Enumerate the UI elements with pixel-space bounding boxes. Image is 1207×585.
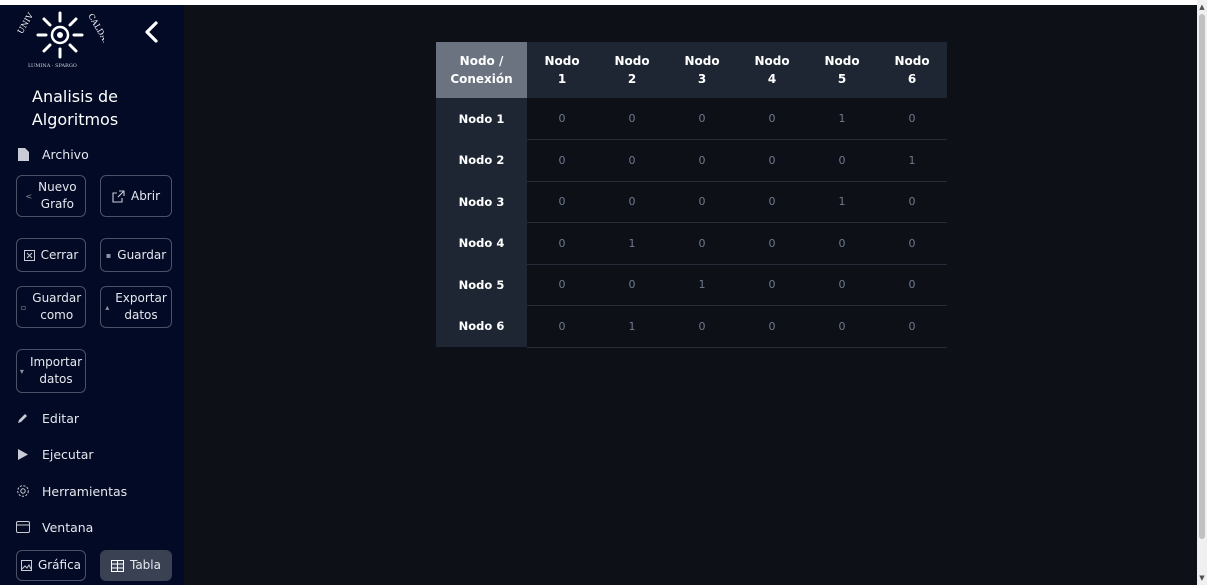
- table-cell: 0: [667, 98, 737, 140]
- table-cell: 0: [597, 98, 667, 140]
- table-cell: 0: [527, 305, 597, 348]
- column-header: Nodo 1: [527, 42, 597, 98]
- svg-text:LUMINA · SPARGO: LUMINA · SPARGO: [28, 63, 77, 69]
- table-cell: 0: [527, 98, 597, 140]
- table-cell: 1: [597, 305, 667, 348]
- abrir-button[interactable]: Abrir: [100, 175, 172, 217]
- column-header: Nodo 4: [737, 42, 807, 98]
- table-cell: 0: [877, 98, 947, 140]
- table-cell: 0: [667, 181, 737, 223]
- menu-archivo[interactable]: Archivo: [16, 143, 89, 165]
- guardar-como-button[interactable]: ▫ Guardar como: [16, 286, 86, 328]
- open-external-icon: [112, 189, 125, 203]
- adjacency-table: Nodo / Conexión Nodo 1 Nodo 2 Nodo 3 Nodo 4 N…: [436, 42, 947, 348]
- pencil-icon: [16, 411, 30, 425]
- svg-text:CALDAS: CALDAS: [86, 12, 104, 47]
- import-icon: ▾: [19, 366, 24, 376]
- table-cell: 0: [737, 181, 807, 223]
- play-icon: [16, 447, 30, 461]
- collapse-sidebar-icon[interactable]: [142, 19, 162, 45]
- table-row: Nodo 1 0 0 0 0 1 0: [436, 98, 947, 140]
- table-cell: 0: [807, 305, 877, 348]
- table-cell: 0: [527, 264, 597, 306]
- table-cell: 1: [877, 139, 947, 182]
- save-as-icon: ▫: [20, 302, 27, 312]
- image-icon: [20, 560, 32, 571]
- table-cell: 0: [597, 264, 667, 306]
- share-icon: <: [25, 191, 33, 201]
- menu-ventana[interactable]: Ventana: [16, 516, 93, 538]
- university-logo: UNIV CALDAS LUMINA · SPARGO: [16, 11, 104, 69]
- sidebar: UNIV CALDAS LUMINA · SPARGO Analisis de …: [0, 5, 184, 585]
- file-icon: [16, 147, 30, 161]
- table-cell: 0: [737, 98, 807, 140]
- table-cell: 0: [737, 264, 807, 306]
- gear-icon: [16, 484, 30, 498]
- table-cell: 1: [667, 264, 737, 306]
- cerrar-button[interactable]: Cerrar: [16, 238, 86, 272]
- table-cell: 0: [737, 305, 807, 348]
- table-cell: 0: [667, 222, 737, 265]
- table-cell: 1: [597, 222, 667, 265]
- scrollbar-thumb[interactable]: [1199, 14, 1205, 539]
- table-row: Nodo 6 0 1 0 0 0 0: [436, 305, 947, 348]
- column-header: Nodo 5: [807, 42, 877, 98]
- nuevo-grafo-button[interactable]: < Nuevo Grafo: [16, 175, 86, 217]
- row-header: Nodo 1: [436, 98, 527, 140]
- column-header: Nodo 6: [877, 42, 947, 98]
- row-header: Nodo 6: [436, 305, 527, 347]
- column-header: Nodo 2: [597, 42, 667, 98]
- table-cell: 0: [527, 139, 597, 182]
- table-cell: 0: [807, 222, 877, 265]
- table-cell: 1: [807, 98, 877, 140]
- vertical-scrollbar[interactable]: ▲ ▼: [1197, 0, 1207, 585]
- table-icon: [110, 559, 124, 572]
- exportar-datos-button[interactable]: ▴ Exportar datos: [100, 286, 172, 328]
- scroll-up-arrow-icon[interactable]: ▲: [1197, 2, 1207, 12]
- table-cell: 0: [667, 139, 737, 182]
- table-row: Nodo 4 0 1 0 0 0 0: [436, 222, 947, 265]
- table-cell: 0: [527, 181, 597, 223]
- close-box-icon: [23, 249, 35, 261]
- grafica-button[interactable]: Gráfica: [16, 550, 86, 581]
- row-header: Nodo 3: [436, 181, 527, 223]
- table-cell: 0: [597, 181, 667, 223]
- menu-editar[interactable]: Editar: [16, 407, 79, 429]
- guardar-button[interactable]: ▪ Guardar: [100, 238, 172, 272]
- table-cell: 0: [737, 222, 807, 265]
- table-cell: 0: [807, 139, 877, 182]
- column-header: Nodo 3: [667, 42, 737, 98]
- table-cell: 1: [807, 181, 877, 223]
- scroll-down-arrow-icon[interactable]: ▼: [1197, 573, 1207, 583]
- svg-text:UNIV: UNIV: [16, 11, 35, 35]
- window-icon: [16, 520, 30, 534]
- table-header-row: Nodo / Conexión Nodo 1 Nodo 2 Nodo 3 Nodo 4 N…: [436, 42, 947, 98]
- row-header: Nodo 2: [436, 139, 527, 181]
- table-cell: 0: [527, 222, 597, 265]
- table-row: Nodo 3 0 0 0 0 1 0: [436, 181, 947, 223]
- row-header: Nodo 5: [436, 264, 527, 306]
- menu-ejecutar[interactable]: Ejecutar: [16, 443, 94, 465]
- menu-herramientas[interactable]: Herramientas: [16, 480, 127, 502]
- app-title: Analisis de Algoritmos: [31, 87, 119, 129]
- table-cell: 0: [877, 181, 947, 223]
- importar-datos-button[interactable]: ▾ Importar datos: [16, 349, 86, 393]
- table-cell: 0: [877, 264, 947, 306]
- table-row: Nodo 2 0 0 0 0 0 1: [436, 139, 947, 182]
- table-cell: 0: [877, 222, 947, 265]
- table-cell: 0: [667, 305, 737, 348]
- table-row: Nodo 5 0 0 1 0 0 0: [436, 264, 947, 306]
- export-icon: ▴: [105, 302, 110, 312]
- save-icon: ▪: [105, 250, 112, 260]
- table-cell: 0: [877, 305, 947, 348]
- table-cell: 0: [737, 139, 807, 182]
- corner-header: Nodo / Conexión: [436, 42, 527, 98]
- table-cell: 0: [807, 264, 877, 306]
- table-cell: 0: [597, 139, 667, 182]
- tabla-button[interactable]: Tabla: [100, 550, 172, 581]
- row-header: Nodo 4: [436, 222, 527, 264]
